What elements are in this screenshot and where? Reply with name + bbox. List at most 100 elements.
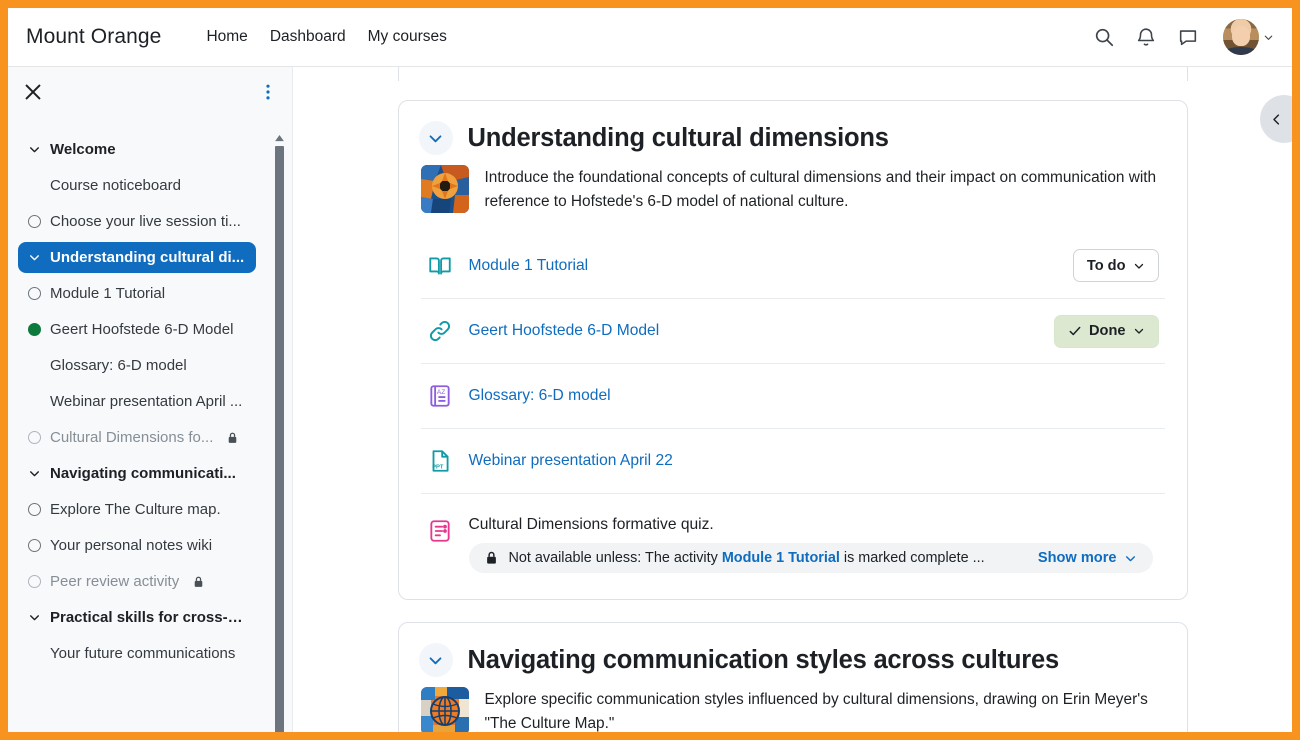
chevron-down-icon xyxy=(30,147,39,153)
scrollbar-thumb[interactable] xyxy=(275,146,284,732)
chevron-down-icon xyxy=(1134,263,1143,269)
show-more-button[interactable]: Show more xyxy=(1038,550,1137,566)
section-title: Navigating communication styles across c… xyxy=(467,645,1060,674)
course-index-tree: Welcome Course noticeboard Choose your liv… xyxy=(8,129,292,732)
kebab-menu-icon[interactable] xyxy=(258,81,278,103)
link-url-icon xyxy=(429,321,450,342)
activity-row: Geert Hoofstede 6-D Model Done xyxy=(420,298,1165,363)
nav-link-my-courses[interactable]: My courses xyxy=(357,20,458,54)
activity-row: Module 1 Tutorial To do xyxy=(421,233,1165,298)
globe-collage-thumbnail xyxy=(420,687,469,732)
site-brand[interactable]: Mount Orange xyxy=(16,25,171,49)
sidebar-item-label: Welcome xyxy=(50,141,116,158)
section-summary: Explore specific communication styles in… xyxy=(399,683,1187,732)
sidebar-item[interactable]: Practical skills for cross-c... xyxy=(18,602,256,633)
activity-link[interactable]: Webinar presentation April 22 xyxy=(469,452,673,470)
lock-icon xyxy=(229,432,237,443)
availability-suffix: is marked complete ... xyxy=(843,550,985,567)
activity-row: PPT Webinar presentation April 22 xyxy=(420,428,1165,493)
course-sections-list: Understanding cultural dimensions Introd… xyxy=(293,67,1292,732)
activity-link[interactable]: Glossary: 6-D model xyxy=(469,387,611,405)
activity-name: Cultural Dimensions formative quiz. xyxy=(468,516,714,534)
availability-prefix: Not available unless: The activity xyxy=(508,550,718,567)
sidebar-item-label: Your future communications xyxy=(50,645,236,662)
sidebar-item[interactable]: Understanding cultural di... xyxy=(18,242,256,273)
course-index-sidebar: Welcome Course noticeboard Choose your liv… xyxy=(8,67,293,732)
section-summary-text: Introduce the foundational concepts of c… xyxy=(484,169,1157,210)
section-collapse-toggle[interactable] xyxy=(418,643,453,678)
section-collapse-toggle[interactable] xyxy=(418,121,453,155)
sidebar-item-label: Cultural Dimensions fo... xyxy=(50,429,214,446)
chevron-left-icon xyxy=(1273,113,1280,125)
avatar[interactable] xyxy=(1223,19,1259,55)
activity-link[interactable]: Geert Hoofstede 6-D Model xyxy=(469,322,660,340)
activity-row: Cultural Dimensions formative quiz. Not … xyxy=(420,493,1165,595)
sidebar-item-label: Practical skills for cross-c... xyxy=(50,609,246,626)
notification-bell-icon[interactable] xyxy=(1135,26,1157,48)
lock-icon xyxy=(194,576,203,587)
chevron-down-icon xyxy=(30,615,39,621)
nav-link-home[interactable]: Home xyxy=(195,20,258,54)
sidebar-item-label: Geert Hoofstede 6-D Model xyxy=(50,321,234,338)
sidebar-item[interactable]: Choose your live session ti... xyxy=(18,206,256,237)
sidebar-item[interactable]: Explore The Culture map. xyxy=(18,494,256,525)
glossary-az-book-icon: AZ xyxy=(429,385,450,407)
svg-text:AZ: AZ xyxy=(436,389,444,396)
course-section-card: Understanding cultural dimensions Introd… xyxy=(397,100,1188,601)
section-title: Understanding cultural dimensions xyxy=(467,123,889,152)
completion-circle-icon xyxy=(28,287,41,300)
sidebar-item[interactable]: Glossary: 6-D model xyxy=(18,350,256,381)
completion-label: Done xyxy=(1089,323,1126,340)
quiz-icon xyxy=(429,520,450,542)
course-index-header xyxy=(8,67,292,117)
sidebar-item[interactable]: Geert Hoofstede 6-D Model xyxy=(18,314,256,345)
user-menu[interactable] xyxy=(1223,19,1274,55)
availability-link[interactable]: Module 1 Tutorial xyxy=(722,550,840,566)
completion-control: To do xyxy=(1072,249,1159,283)
chevron-down-icon xyxy=(429,134,442,142)
section-header: Navigating communication styles across c… xyxy=(399,623,1187,683)
sidebar-item[interactable]: Your personal notes wiki xyxy=(18,530,256,561)
sidebar-item[interactable]: Peer review activity xyxy=(18,566,256,597)
close-icon[interactable] xyxy=(22,81,44,103)
chevron-down-icon[interactable] xyxy=(1263,32,1274,43)
search-icon[interactable] xyxy=(1093,26,1115,48)
availability-text: Not available unless: The activity Modul… xyxy=(509,550,985,566)
sidebar-item-label: Choose your live session ti... xyxy=(50,213,241,230)
completion-todo-button[interactable]: To do xyxy=(1072,249,1159,283)
sidebar-scrollbar[interactable] xyxy=(274,135,286,732)
completion-circle-icon xyxy=(28,503,41,516)
completion-circle-icon xyxy=(28,215,41,228)
sidebar-item[interactable]: Webinar presentation April ... xyxy=(18,386,256,417)
nav-link-dashboard[interactable]: Dashboard xyxy=(259,20,357,54)
course-content-region: Understanding cultural dimensions Introd… xyxy=(293,67,1292,732)
sidebar-item[interactable]: Navigating communicati... xyxy=(18,458,256,489)
chevron-down-icon xyxy=(30,255,39,261)
activity-link[interactable]: Module 1 Tutorial xyxy=(469,257,589,275)
messages-icon[interactable] xyxy=(1177,26,1199,48)
section-header: Understanding cultural dimensions xyxy=(399,101,1187,161)
sidebar-item-label: Peer review activity xyxy=(50,573,180,590)
sidebar-item-label: Your personal notes wiki xyxy=(50,537,213,554)
sidebar-item[interactable]: Your future communications xyxy=(18,638,256,669)
sidebar-item[interactable]: Module 1 Tutorial xyxy=(18,278,256,309)
completion-control: Done xyxy=(1054,314,1159,348)
course-section-card: Navigating communication styles across c… xyxy=(397,622,1188,732)
completion-done-button[interactable]: Done xyxy=(1054,314,1159,348)
completion-circle-icon xyxy=(28,539,41,552)
completion-circle-icon xyxy=(28,431,41,444)
scroll-up-arrow-icon[interactable] xyxy=(275,135,284,142)
check-icon xyxy=(1069,326,1081,336)
sidebar-item[interactable]: Cultural Dimensions fo... xyxy=(18,422,256,453)
activity-list: Module 1 Tutorial To do Geert Hoofstede … xyxy=(399,233,1187,599)
sidebar-item-label: Understanding cultural di... xyxy=(50,249,245,266)
sidebar-item-label: Module 1 Tutorial xyxy=(50,285,166,302)
lock-icon xyxy=(486,551,496,564)
svg-text:PPT: PPT xyxy=(432,465,444,471)
completion-label: To do xyxy=(1086,257,1126,274)
sidebar-item[interactable]: Course noticeboard xyxy=(18,170,256,201)
sidebar-item-label: Course noticeboard xyxy=(50,177,181,194)
sidebar-item[interactable]: Welcome xyxy=(18,134,256,165)
chevron-down-icon xyxy=(429,657,442,664)
chevron-down-icon xyxy=(30,471,39,477)
